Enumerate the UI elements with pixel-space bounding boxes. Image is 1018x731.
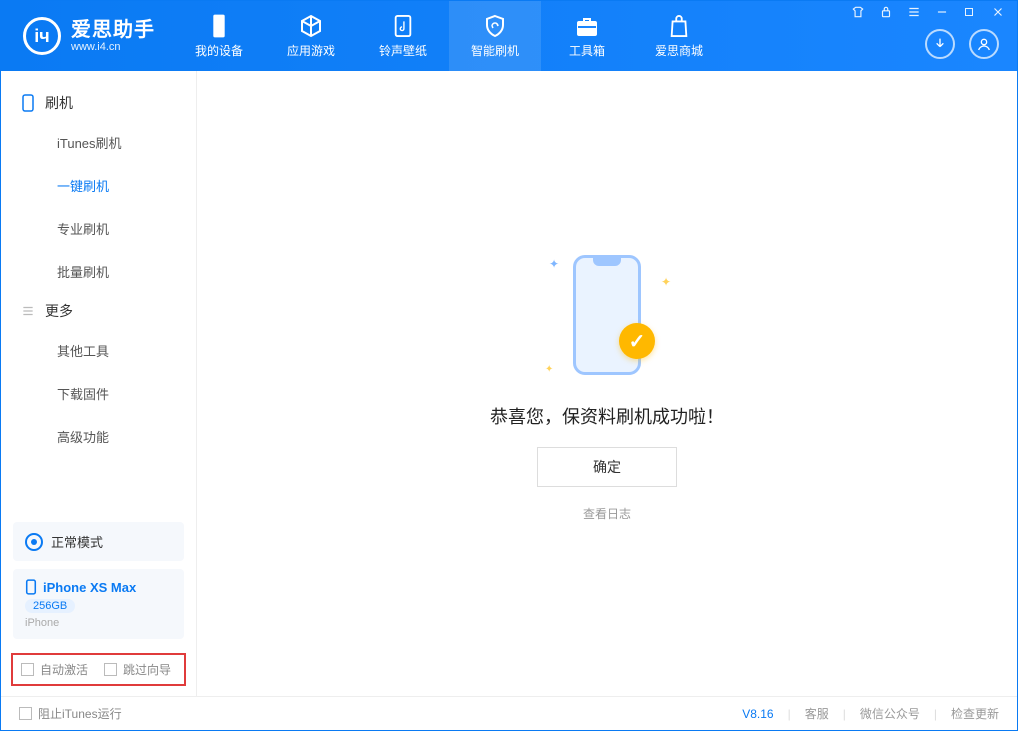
lock-icon[interactable] bbox=[879, 5, 897, 19]
sidebar-item-batch-flash[interactable]: 批量刷机 bbox=[57, 250, 196, 293]
wechat-link[interactable]: 微信公众号 bbox=[860, 705, 920, 722]
device-icon bbox=[21, 94, 37, 112]
device-mode-label: 正常模式 bbox=[51, 532, 103, 551]
titlebar: iч 爱思助手 www.i4.cn 我的设备 应用游戏 铃声壁纸 智能刷机 bbox=[1, 1, 1017, 71]
sidebar-item-pro-flash[interactable]: 专业刷机 bbox=[57, 207, 196, 250]
shirt-icon[interactable] bbox=[851, 5, 869, 19]
sparkle-icon: ✦ bbox=[549, 257, 559, 271]
user-button[interactable] bbox=[969, 29, 999, 59]
maximize-button[interactable] bbox=[963, 6, 981, 18]
checkbox-block-itunes[interactable]: 阻止iTunes运行 bbox=[19, 705, 122, 722]
nav-ringtones-wallpapers[interactable]: 铃声壁纸 bbox=[357, 1, 449, 71]
nav-store[interactable]: 爱思商城 bbox=[633, 1, 725, 71]
app-logo: iч 爱思助手 www.i4.cn bbox=[1, 17, 173, 55]
sidebar-item-itunes-flash[interactable]: iTunes刷机 bbox=[57, 121, 196, 164]
view-log-link[interactable]: 查看日志 bbox=[583, 505, 631, 522]
main-content: ✦ ✦ ✦ ✓ 恭喜您，保资料刷机成功啦！ 确定 查看日志 bbox=[197, 71, 1017, 696]
sidebar-section-flash-label: 刷机 bbox=[45, 93, 73, 113]
statusbar: 阻止iTunes运行 V8.16 | 客服 | 微信公众号 | 检查更新 bbox=[1, 696, 1017, 730]
checkbox-icon bbox=[19, 707, 32, 720]
success-message: 恭喜您，保资料刷机成功啦！ bbox=[490, 403, 724, 429]
toolbox-icon bbox=[575, 14, 599, 38]
checkmark-badge-icon: ✓ bbox=[619, 323, 655, 359]
list-icon bbox=[21, 304, 37, 318]
device-capacity: 256GB bbox=[25, 599, 75, 613]
nav-smart-flash[interactable]: 智能刷机 bbox=[449, 1, 541, 71]
window-controls bbox=[851, 5, 1009, 19]
nav-toolbox[interactable]: 工具箱 bbox=[541, 1, 633, 71]
customer-service-link[interactable]: 客服 bbox=[805, 705, 829, 722]
success-illustration: ✦ ✦ ✦ ✓ bbox=[537, 245, 677, 385]
sidebar-item-advanced[interactable]: 高级功能 bbox=[57, 415, 196, 458]
sidebar-item-other-tools[interactable]: 其他工具 bbox=[57, 329, 196, 372]
music-file-icon bbox=[391, 14, 415, 38]
mode-icon bbox=[25, 533, 43, 551]
topbar-right bbox=[925, 29, 999, 59]
close-button[interactable] bbox=[991, 5, 1009, 19]
app-window: iч 爱思助手 www.i4.cn 我的设备 应用游戏 铃声壁纸 智能刷机 bbox=[0, 0, 1018, 731]
checkbox-skip-wizard[interactable]: 跳过向导 bbox=[104, 661, 171, 678]
checkbox-icon bbox=[21, 663, 34, 676]
nav-apps-games[interactable]: 应用游戏 bbox=[265, 1, 357, 71]
main-nav: 我的设备 应用游戏 铃声壁纸 智能刷机 工具箱 爱思商城 bbox=[173, 1, 725, 71]
checkbox-auto-activate[interactable]: 自动激活 bbox=[21, 661, 88, 678]
device-type: iPhone bbox=[25, 617, 172, 629]
sidebar-section-flash: 刷机 bbox=[1, 85, 196, 121]
logo-icon: iч bbox=[23, 17, 61, 55]
checkbox-icon bbox=[104, 663, 117, 676]
check-update-link[interactable]: 检查更新 bbox=[951, 705, 999, 722]
shopping-bag-icon bbox=[667, 14, 691, 38]
sidebar-section-more: 更多 bbox=[1, 293, 196, 329]
version-label: V8.16 bbox=[742, 707, 773, 721]
sidebar-section-more-label: 更多 bbox=[45, 301, 73, 321]
menu-icon[interactable] bbox=[907, 5, 925, 19]
sidebar: 刷机 iTunes刷机 一键刷机 专业刷机 批量刷机 更多 其他工具 下载固件 … bbox=[1, 71, 197, 696]
download-button[interactable] bbox=[925, 29, 955, 59]
sidebar-item-firmware[interactable]: 下载固件 bbox=[57, 372, 196, 415]
phone-icon bbox=[207, 14, 231, 38]
cube-icon bbox=[299, 14, 323, 38]
nav-my-device[interactable]: 我的设备 bbox=[173, 1, 265, 71]
device-name: iPhone XS Max bbox=[43, 580, 136, 595]
highlighted-options: 自动激活 跳过向导 bbox=[11, 653, 186, 686]
device-info[interactable]: iPhone XS Max 256GB iPhone bbox=[13, 569, 184, 639]
ok-button[interactable]: 确定 bbox=[537, 447, 677, 487]
sidebar-item-oneclick-flash[interactable]: 一键刷机 bbox=[57, 164, 196, 207]
sparkle-icon: ✦ bbox=[661, 275, 671, 289]
sparkle-icon: ✦ bbox=[545, 364, 553, 375]
body: 刷机 iTunes刷机 一键刷机 专业刷机 批量刷机 更多 其他工具 下载固件 … bbox=[1, 71, 1017, 696]
device-mode[interactable]: 正常模式 bbox=[13, 522, 184, 561]
minimize-button[interactable] bbox=[935, 5, 953, 19]
refresh-shield-icon bbox=[483, 14, 507, 38]
app-subtitle: www.i4.cn bbox=[71, 41, 155, 53]
phone-small-icon bbox=[25, 579, 37, 595]
app-title: 爱思助手 bbox=[71, 19, 155, 41]
